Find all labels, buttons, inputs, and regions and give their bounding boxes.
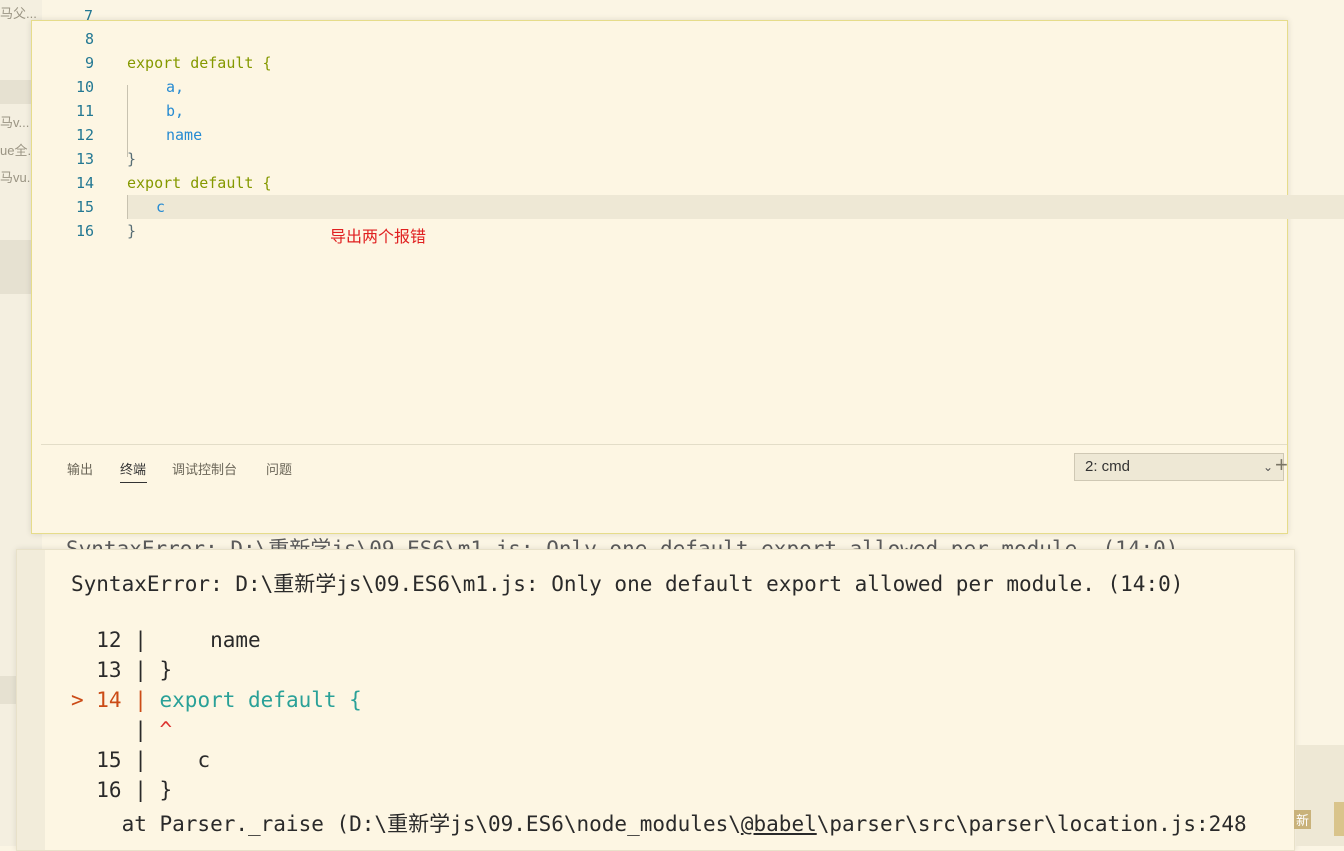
line-number: 9 <box>84 54 94 72</box>
code-text: a, <box>166 78 185 96</box>
stack-prefix: at Parser._raise (D:\重新学js\09.ES6\node_m… <box>71 812 741 836</box>
line-number: 10 <box>75 78 94 96</box>
line-number: 11 <box>75 102 94 120</box>
active-tab-indicator <box>120 482 147 483</box>
code-text: } <box>127 150 137 168</box>
code-text: c <box>156 198 166 216</box>
frame-prefix: 13 | <box>71 658 160 682</box>
frame-prefix: 15 | <box>71 748 160 772</box>
stack-link[interactable]: @babel <box>741 812 817 836</box>
frame-prefix: 12 | <box>71 628 160 652</box>
error-annotation: 导出两个报错 <box>330 229 427 246</box>
error-message: SyntaxError: D:\重新学js\09.ES6\m1.js: Only… <box>71 572 1184 596</box>
new-badge[interactable]: 新 <box>1294 810 1312 829</box>
code-text: } <box>127 222 137 240</box>
line-number: 12 <box>75 126 94 144</box>
tab-output[interactable]: 输出 <box>67 459 93 478</box>
frame-text: } <box>159 658 173 682</box>
line-number: 14 <box>75 174 94 192</box>
frame-prefix: | <box>71 718 160 742</box>
code-frame-line: 16 | } <box>71 778 172 802</box>
indent-guide <box>127 195 128 219</box>
tab-problems[interactable]: 问题 <box>266 459 292 478</box>
line-number: 16 <box>75 222 94 240</box>
terminal-select[interactable]: 2: cmd ⌄ <box>1074 453 1284 481</box>
code-frame-line: | ^ <box>71 718 172 742</box>
frame-text: export default { <box>159 688 362 712</box>
frame-text: c <box>159 748 211 772</box>
frame-text: } <box>159 778 173 802</box>
popup-gutter <box>17 550 45 850</box>
frame-text: name <box>159 628 261 652</box>
current-line-highlight <box>127 195 1344 219</box>
add-terminal-button[interactable]: + <box>1275 452 1288 478</box>
code-frame-line: 13 | } <box>71 658 172 682</box>
code-frame-line: 12 | name <box>71 628 261 652</box>
code-text: b, <box>166 102 185 120</box>
code-frame-line: > 14 | export default { <box>71 688 362 712</box>
code-text: name <box>166 126 203 144</box>
frame-prefix: > 14 | <box>71 688 160 712</box>
code-text: export default { <box>127 54 272 72</box>
error-caret: ^ <box>159 718 173 742</box>
frame-prefix: 16 | <box>71 778 160 802</box>
stack-suffix: \parser\src\parser\location.js:248 <box>816 812 1247 836</box>
line-number: 15 <box>75 198 94 216</box>
terminal-select-value: 2: cmd <box>1085 458 1131 475</box>
code-frame-line: 15 | c <box>71 748 210 772</box>
chevron-down-icon: ⌄ <box>1262 460 1273 474</box>
tab-terminal[interactable]: 终端 <box>120 459 146 478</box>
panel-divider <box>41 444 1287 445</box>
stack-trace-line: at Parser._raise (D:\重新学js\09.ES6\node_m… <box>71 808 1247 838</box>
line-number: 8 <box>84 30 94 48</box>
editor-popup: 8 9 export default { 10 a, 11 b, 12 name… <box>31 20 1344 534</box>
background-button-fragment <box>1334 802 1344 836</box>
line-number: 13 <box>75 150 94 168</box>
code-text: export default { <box>127 174 272 192</box>
tab-debug-console[interactable]: 调试控制台 <box>172 459 237 478</box>
error-popup: SyntaxError: D:\重新学js\09.ES6\m1.js: Only… <box>16 549 1295 851</box>
